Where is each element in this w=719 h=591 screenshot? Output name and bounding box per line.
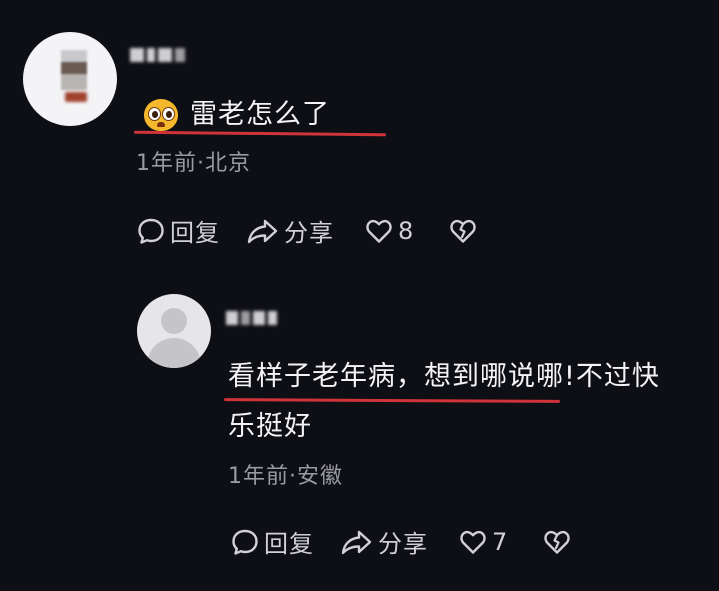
share-label: 分享 [284, 219, 334, 247]
dislike-button[interactable] [448, 216, 478, 246]
like-button[interactable]: 8 [364, 216, 414, 246]
comment-body-line-2: 乐挺好 [228, 411, 312, 442]
username-pixelated[interactable] [130, 48, 185, 62]
broken-heart-icon [544, 530, 571, 554]
comment-meta: 1年前·北京 [136, 151, 251, 176]
like-count: 8 [398, 216, 415, 245]
reply-label: 回复 [170, 219, 220, 247]
comment-meta: 1年前·安徽 [228, 464, 343, 489]
broken-heart-icon [450, 219, 477, 243]
avatar-image [61, 50, 87, 90]
share-button[interactable]: 分享 [340, 524, 428, 559]
comment-body-line-1: 看样子老年病，想到哪说哪!不过快 [228, 361, 660, 392]
like-button[interactable]: 7 [458, 527, 508, 557]
anxious-face-emoji-icon [142, 97, 182, 133]
heart-icon [366, 219, 392, 243]
default-avatar-body [147, 338, 201, 368]
default-avatar-head [161, 308, 187, 334]
share-arrow-icon [247, 219, 278, 243]
reply-button[interactable]: 回复 [230, 524, 314, 559]
share-button[interactable]: 分享 [246, 213, 334, 248]
dislike-button[interactable] [542, 527, 572, 557]
reply-button[interactable]: 回复 [136, 213, 220, 248]
share-label: 分享 [378, 530, 428, 558]
comment-bubble-icon [138, 218, 164, 244]
comment-actions: 回复 分享 7 [230, 524, 572, 559]
share-arrow-icon [341, 530, 372, 554]
like-count: 7 [492, 527, 509, 556]
comment-thread: 雷老怎么了 1年前·北京 回复 分享 8 看样子老年病，想到哪说哪!不过快 乐挺… [0, 0, 719, 591]
comment-bubble-icon [232, 529, 258, 555]
avatar[interactable] [137, 294, 211, 368]
username-pixelated[interactable] [226, 311, 277, 325]
heart-icon [460, 530, 486, 554]
avatar[interactable] [23, 32, 117, 126]
avatar-image-detail [65, 92, 87, 102]
reply-label: 回复 [264, 530, 314, 558]
comment-actions: 回复 分享 8 [136, 213, 478, 248]
